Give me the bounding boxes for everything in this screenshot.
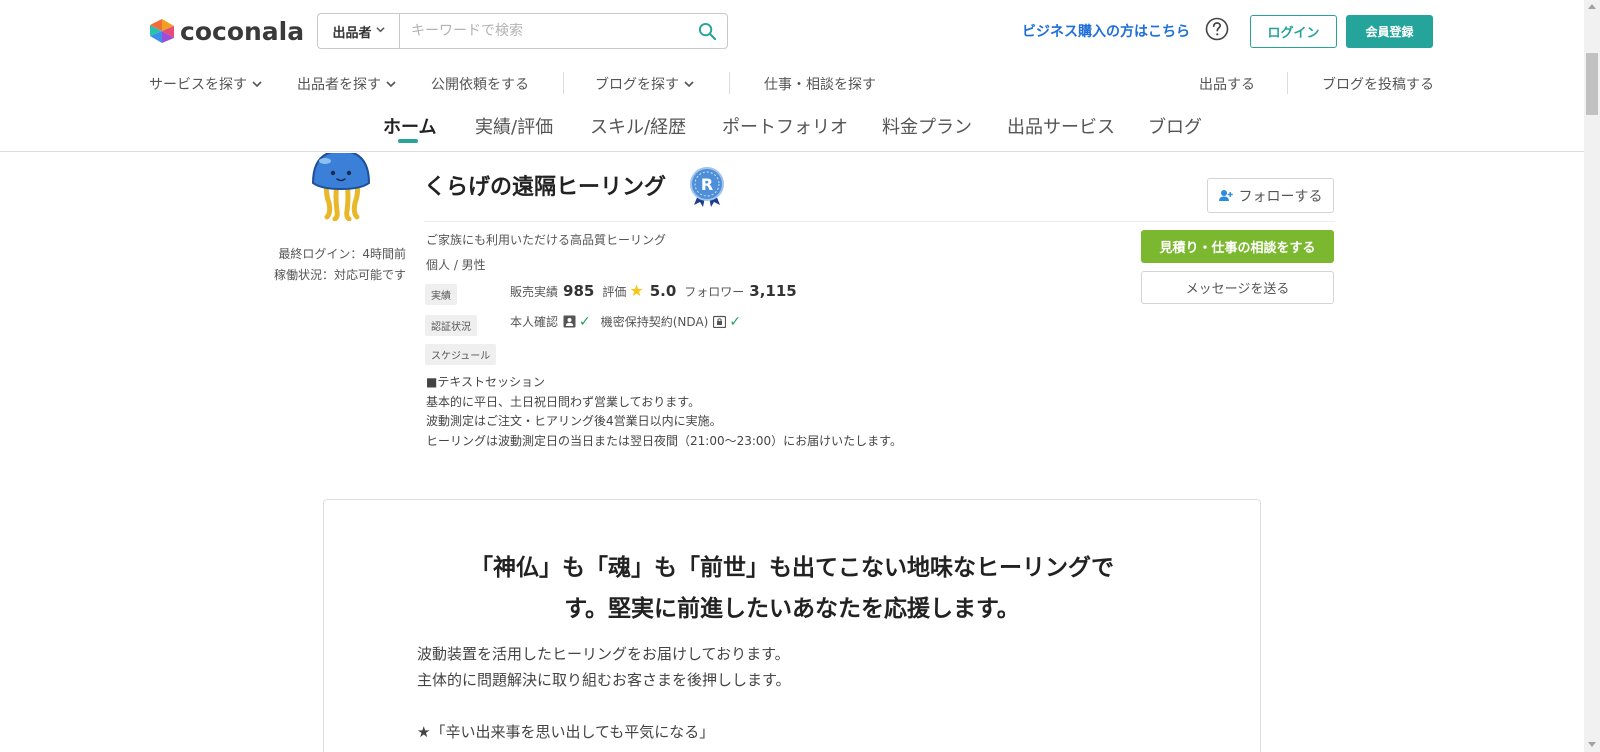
sales-label: 販売実績 [510, 285, 559, 299]
help-icon[interactable] [1205, 17, 1229, 41]
work-status-text: 稼働状況：対応可能です [273, 268, 406, 282]
tab-portfolio[interactable]: ポートフォリオ [722, 113, 848, 139]
star-icon: ★ [629, 281, 644, 300]
scrollbar-thumb[interactable] [1586, 53, 1598, 115]
jellyfish-avatar-icon [311, 153, 371, 221]
search-type-dropdown[interactable]: 出品者 [318, 14, 400, 48]
catchphrase: ご家族にも利用いただける高品質ヒーリング [426, 233, 667, 247]
rating-label: 評価 [602, 285, 627, 299]
lock-document-icon [713, 315, 727, 328]
rating-value: 5.0 [649, 282, 677, 300]
global-nav: サービスを探す 出品者を探す 公開依頼をする ブログを探す 仕事・相談を探す 出… [0, 62, 1584, 104]
intro-title-line: す。堅実に前進したいあなたを応援します。 [564, 596, 1020, 622]
intro-body-line: 波動装置を活用したヒーリングをお届けしております。 [417, 645, 790, 663]
nav-find-sellers[interactable]: 出品者を探す [297, 74, 396, 94]
nav-public-request[interactable]: 公開依頼をする [431, 74, 529, 94]
tab-skills-career[interactable]: スキル/経歴 [590, 113, 686, 139]
schedule-line: 波動測定はご注文・ヒアリング後4営業日以内に実施。 [426, 414, 722, 428]
nav-item-label: ブログを探す [595, 77, 679, 93]
request-quote-button[interactable]: 見積り・仕事の相談をする [1141, 230, 1334, 263]
add-user-icon [1218, 190, 1233, 201]
scroll-up-arrow-icon[interactable] [1588, 4, 1596, 9]
seller-attributes: 個人 / 男性 [426, 258, 486, 272]
nav-divider [1287, 72, 1288, 94]
avatar[interactable] [305, 153, 377, 221]
intro-body-line: 主体的に問題解決に取り組むお客さまを後押しします。 [417, 671, 791, 689]
coconala-logo-icon [150, 19, 174, 43]
send-message-button[interactable]: メッセージを送る [1141, 271, 1334, 304]
follow-button[interactable]: フォローする [1207, 178, 1334, 213]
intro-title: 「神仏」も「魂」も「前世」も出てこない地味なヒーリングで す。堅実に前進したいあ… [324, 548, 1260, 630]
signup-button[interactable]: 会員登録 [1346, 15, 1433, 48]
achievements-label: 実績 [425, 284, 457, 305]
search-button[interactable] [687, 14, 727, 48]
business-purchase-link[interactable]: ビジネス購入の方はこちら [1022, 21, 1190, 41]
site-header: coconala 出品者 ビジネス購入の方はこちら ログイン 会員登録 [0, 0, 1584, 62]
chevron-down-icon [684, 81, 694, 88]
schedule-line: ヒーリングは波動測定日の当日または翌日夜間（21:00〜23:00）にお届けいた… [426, 433, 902, 448]
followers-value: 3,115 [749, 282, 797, 300]
nav-post-blog[interactable]: ブログを投稿する [1322, 74, 1434, 94]
nav-divider [729, 72, 730, 94]
chevron-down-icon [252, 81, 262, 88]
intro-title-line: 「神仏」も「魂」も「前世」も出てこない地味なヒーリングで [470, 555, 1114, 581]
svg-text:R: R [701, 175, 713, 194]
last-login-text: 最終ログイン：4時間前 [278, 247, 406, 261]
verification-label: 認証状況 [425, 315, 477, 336]
nav-item-label: 公開依頼をする [431, 77, 529, 93]
nda-label: 機密保持契約(NDA) [600, 315, 709, 329]
chevron-down-icon [386, 81, 396, 88]
profile-tabs: ホーム 実績/評価 スキル/経歴 ポートフォリオ 料金プラン 出品サービス ブロ… [0, 104, 1584, 152]
nav-find-services[interactable]: サービスを探す [149, 74, 262, 94]
nav-sell[interactable]: 出品する [1199, 74, 1255, 94]
rank-badge-icon: R [688, 167, 726, 207]
tab-blog[interactable]: ブログ [1148, 113, 1202, 139]
check-icon: ✓ [579, 313, 591, 330]
login-status: 最終ログイン：4時間前 稼働状況：対応可能です [266, 244, 406, 286]
sales-value: 985 [563, 282, 595, 300]
identity-verified-label: 本人確認 [510, 315, 559, 329]
search-bar: 出品者 [317, 13, 728, 49]
nav-item-label: 出品者を探す [297, 77, 381, 93]
search-icon [698, 22, 716, 40]
profile-divider [424, 221, 1335, 222]
intro-body: 波動装置を活用したヒーリングをお届けしております。 主体的に問題解決に取り組むお… [417, 641, 791, 745]
check-icon: ✓ [729, 313, 742, 330]
id-card-icon [563, 315, 576, 328]
chevron-down-icon [375, 25, 385, 37]
tab-services[interactable]: 出品サービス [1007, 113, 1115, 139]
schedule-text: ■テキストセッション 基本的に平日、土日祝日問わず営業しております。 波動測定は… [426, 373, 902, 451]
nav-find-jobs[interactable]: 仕事・相談を探す [764, 74, 876, 94]
follow-label: フォローする [1238, 188, 1323, 205]
intro-body-line: ★「辛い出来事を思い出しても平気になる」 [417, 723, 715, 741]
schedule-line: ■テキストセッション [426, 375, 545, 389]
tab-pricing-plans[interactable]: 料金プラン [882, 113, 972, 139]
tab-achievements-reviews[interactable]: 実績/評価 [475, 113, 553, 139]
tab-home[interactable]: ホーム [383, 113, 436, 139]
scroll-down-arrow-icon[interactable] [1588, 742, 1596, 747]
verification-row: 本人確認 ✓ 機密保持契約(NDA) ✓ [510, 313, 751, 330]
login-button[interactable]: ログイン [1250, 15, 1337, 48]
active-tab-indicator [398, 139, 418, 143]
seller-name: くらげの遠隔ヒーリング [424, 175, 667, 200]
search-input[interactable] [400, 14, 687, 48]
nav-item-label: 仕事・相談を探す [764, 77, 876, 93]
schedule-line: 基本的に平日、土日祝日問わず営業しております。 [426, 394, 701, 409]
schedule-label: スケジュール [425, 344, 497, 365]
intro-body-line [417, 693, 791, 719]
nav-item-label: サービスを探す [149, 77, 247, 93]
search-type-label: 出品者 [332, 25, 372, 41]
nav-item-label: ブログを投稿する [1322, 77, 1434, 93]
nav-find-blogs[interactable]: ブログを探す [595, 74, 694, 94]
followers-label: フォロワー [684, 285, 745, 299]
coconala-logo[interactable]: coconala [149, 16, 304, 46]
nav-divider [563, 72, 564, 94]
stats-row: 販売実績 985 評価 ★ 5.0 フォロワー 3,115 [510, 281, 805, 300]
logo-text: coconala [180, 16, 305, 46]
intro-card: 「神仏」も「魂」も「前世」も出てこない地味なヒーリングで す。堅実に前進したいあ… [323, 499, 1261, 752]
nav-item-label: 出品する [1199, 77, 1255, 93]
